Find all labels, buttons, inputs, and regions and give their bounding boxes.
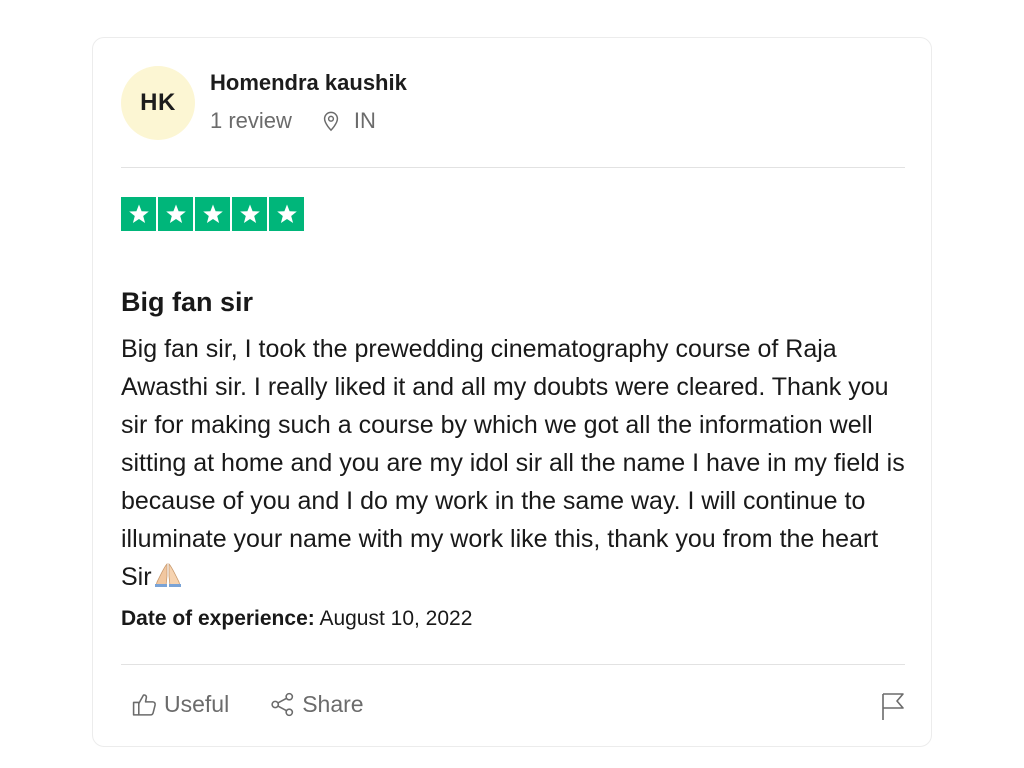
thumbs-up-icon — [131, 691, 158, 718]
star-rating — [121, 197, 304, 231]
reviewer-location: IN — [353, 108, 376, 133]
flag-icon — [879, 693, 907, 725]
star-icon — [232, 197, 267, 231]
report-flag-button[interactable] — [879, 691, 907, 721]
share-label: Share — [302, 691, 364, 717]
review-count: 1 review — [210, 108, 292, 133]
star-icon — [158, 197, 193, 231]
folded-hands-icon — [154, 561, 182, 587]
date-of-experience: Date of experience: August 10, 2022 — [121, 607, 472, 631]
reviewer-name[interactable]: Homendra kaushik — [210, 70, 407, 96]
star-icon — [269, 197, 304, 231]
useful-button[interactable]: Useful — [131, 691, 229, 718]
reviewer-meta: 1 review IN — [210, 108, 376, 134]
review-actions: Useful Share — [131, 691, 364, 718]
star-icon — [195, 197, 230, 231]
review-title: Big fan sir — [121, 287, 254, 317]
review-card: HK Homendra kaushik 1 review IN Big fan … — [92, 37, 932, 747]
review-body-text: Big fan sir, I took the prewedding cinem… — [121, 335, 905, 591]
star-icon — [121, 197, 156, 231]
map-pin-icon — [320, 110, 342, 132]
date-of-experience-label: Date of experience: — [121, 607, 315, 630]
share-icon — [269, 691, 296, 718]
share-button[interactable]: Share — [269, 691, 364, 718]
date-of-experience-value: August 10, 2022 — [319, 607, 473, 630]
footer-divider — [121, 664, 905, 665]
avatar[interactable]: HK — [121, 66, 195, 140]
header-divider — [121, 167, 905, 168]
useful-label: Useful — [164, 691, 230, 717]
review-body: Big fan sir, I took the prewedding cinem… — [121, 330, 911, 596]
